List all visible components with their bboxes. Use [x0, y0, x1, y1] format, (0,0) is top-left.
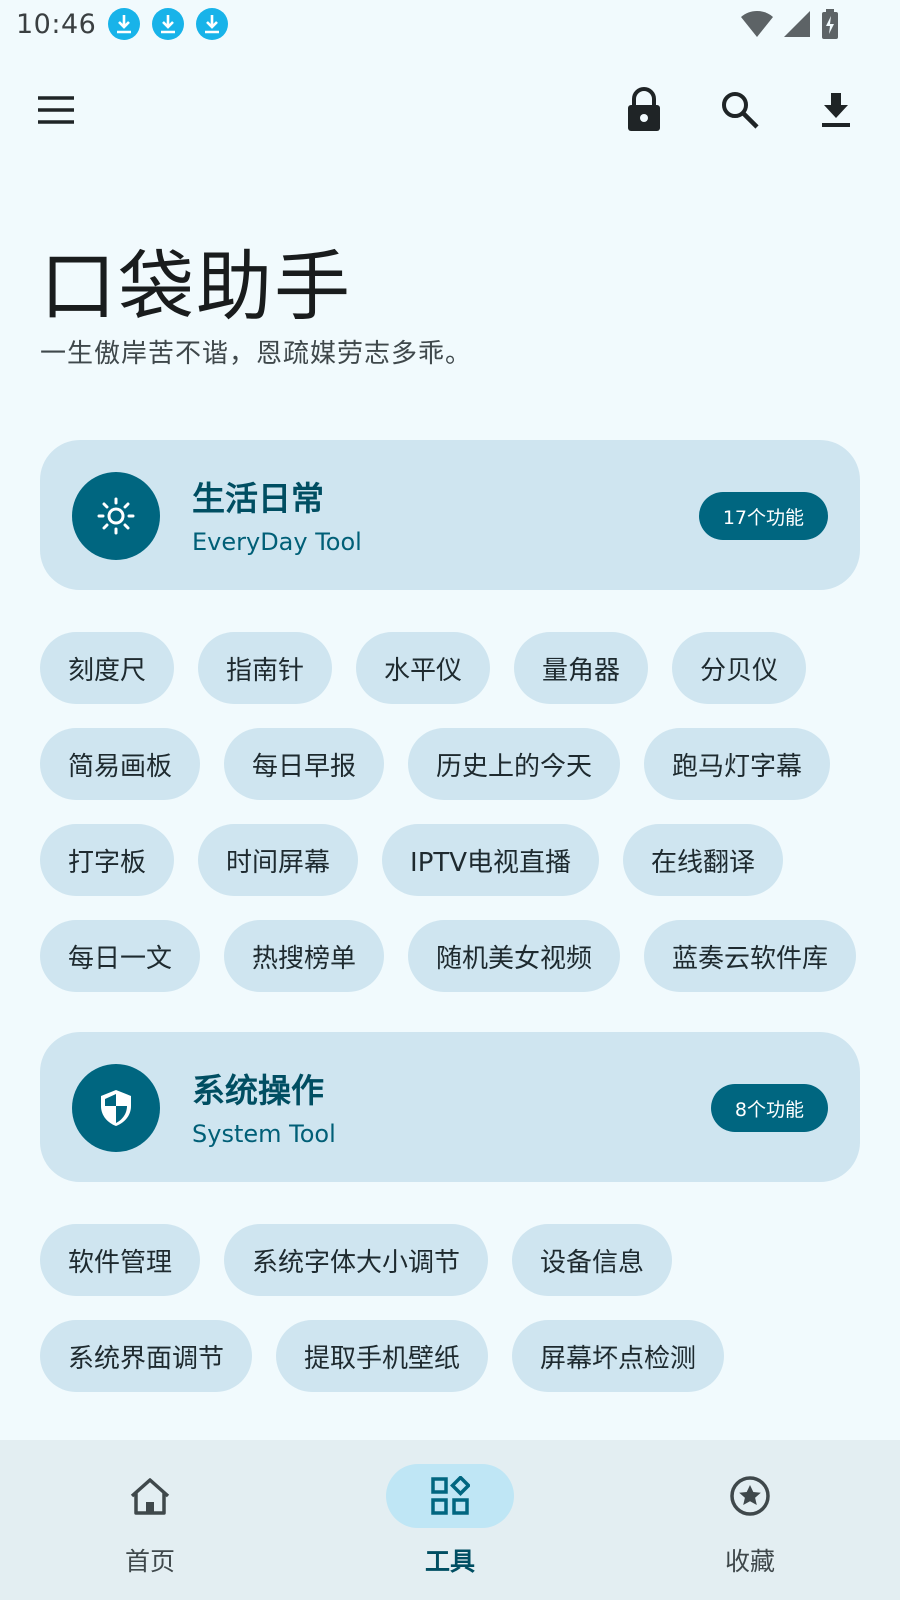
top-app-bar — [0, 70, 900, 150]
tool-chip[interactable]: 在线翻译 — [623, 824, 784, 896]
menu-button[interactable] — [24, 78, 88, 142]
nav-item-tools[interactable]: 工具 — [350, 1464, 550, 1584]
tool-chip[interactable]: 指南针 — [198, 632, 333, 704]
menu-icon — [38, 96, 74, 124]
tool-chip[interactable]: 刻度尺 — [40, 632, 175, 704]
status-time: 10:46 — [16, 8, 97, 40]
nav-label: 工具 — [424, 1547, 475, 1576]
nav-item-home[interactable]: 首页 — [50, 1464, 250, 1584]
tool-chip[interactable]: 打字板 — [40, 824, 175, 896]
download-icon — [822, 93, 850, 127]
section-icon-container — [72, 1064, 160, 1152]
tool-chip[interactable]: 跑马灯字幕 — [644, 728, 831, 800]
battery-charging-icon — [820, 8, 840, 44]
download-notification-icon — [152, 8, 185, 40]
tool-chip[interactable]: 简易画板 — [40, 728, 201, 800]
bottom-navigation: 首页 工具 收藏 — [0, 1440, 900, 1600]
tool-chip-group-system: 软件管理 系统字体大小调节 设备信息 系统界面调节 提取手机壁纸 屏幕坏点检测 — [40, 1224, 870, 1392]
tool-chip-group-everyday: 刻度尺 指南针 水平仪 量角器 分贝仪 简易画板 每日早报 历史上的今天 跑马灯… — [40, 632, 870, 992]
tool-chip[interactable]: 热搜榜单 — [224, 920, 385, 992]
tool-chip[interactable]: 时间屏幕 — [198, 824, 359, 896]
signal-icon — [782, 9, 812, 43]
system-status-icons — [740, 8, 840, 44]
download-notification-icon — [108, 8, 141, 40]
download-notification-icon — [196, 8, 229, 40]
nav-pill — [686, 1464, 814, 1528]
section-subtitle: EveryDay Tool — [192, 528, 362, 556]
brightness-icon — [97, 497, 135, 535]
tool-chip[interactable]: IPTV电视直播 — [382, 824, 600, 896]
section-title: 生活日常 — [192, 479, 324, 518]
tool-chip[interactable]: 屏幕坏点检测 — [512, 1320, 725, 1392]
tool-chip[interactable]: 蓝奏云软件库 — [644, 920, 857, 992]
download-button[interactable] — [804, 78, 868, 142]
tool-chip[interactable]: 系统字体大小调节 — [224, 1224, 489, 1296]
tool-chip[interactable]: 随机美女视频 — [408, 920, 621, 992]
section-card-everyday[interactable]: 生活日常 EveryDay Tool 17个功能 — [40, 440, 860, 590]
nav-pill-active — [386, 1464, 514, 1528]
home-icon — [130, 1478, 170, 1515]
section-card-system[interactable]: 系统操作 System Tool 8个功能 — [40, 1032, 860, 1182]
nav-label: 首页 — [124, 1547, 175, 1576]
tool-chip[interactable]: 水平仪 — [356, 632, 491, 704]
tool-chip[interactable]: 每日一文 — [40, 920, 201, 992]
search-icon — [722, 92, 759, 129]
nav-item-favorites[interactable]: 收藏 — [650, 1464, 850, 1584]
shield-icon — [101, 1090, 131, 1126]
lock-button[interactable] — [612, 78, 676, 142]
tool-chip[interactable]: 每日早报 — [224, 728, 385, 800]
feature-count-badge: 17个功能 — [698, 492, 828, 540]
page-title: 口袋助手 — [40, 242, 352, 331]
tool-chip[interactable]: 软件管理 — [40, 1224, 201, 1296]
nav-pill — [86, 1464, 214, 1528]
section-icon-container — [72, 472, 160, 560]
nav-label: 收藏 — [724, 1547, 775, 1576]
section-subtitle: System Tool — [192, 1120, 336, 1148]
tool-chip[interactable]: 分贝仪 — [672, 632, 807, 704]
widgets-icon — [431, 1476, 470, 1515]
lock-icon — [628, 87, 660, 131]
page-subtitle: 一生傲岸苦不谐，恩疏媒劳志多乖。 — [40, 339, 473, 369]
tool-chip[interactable]: 系统界面调节 — [40, 1320, 253, 1392]
tool-chip[interactable]: 历史上的今天 — [408, 728, 621, 800]
status-bar: 10:46 — [0, 0, 900, 48]
star-circle-icon — [730, 1476, 770, 1516]
tool-chip[interactable]: 设备信息 — [512, 1224, 673, 1296]
tool-chip[interactable]: 提取手机壁纸 — [276, 1320, 489, 1392]
tool-chip[interactable]: 量角器 — [514, 632, 649, 704]
feature-count-badge: 8个功能 — [710, 1084, 828, 1132]
wifi-icon — [740, 9, 774, 43]
search-button[interactable] — [708, 78, 772, 142]
section-title: 系统操作 — [192, 1071, 324, 1110]
